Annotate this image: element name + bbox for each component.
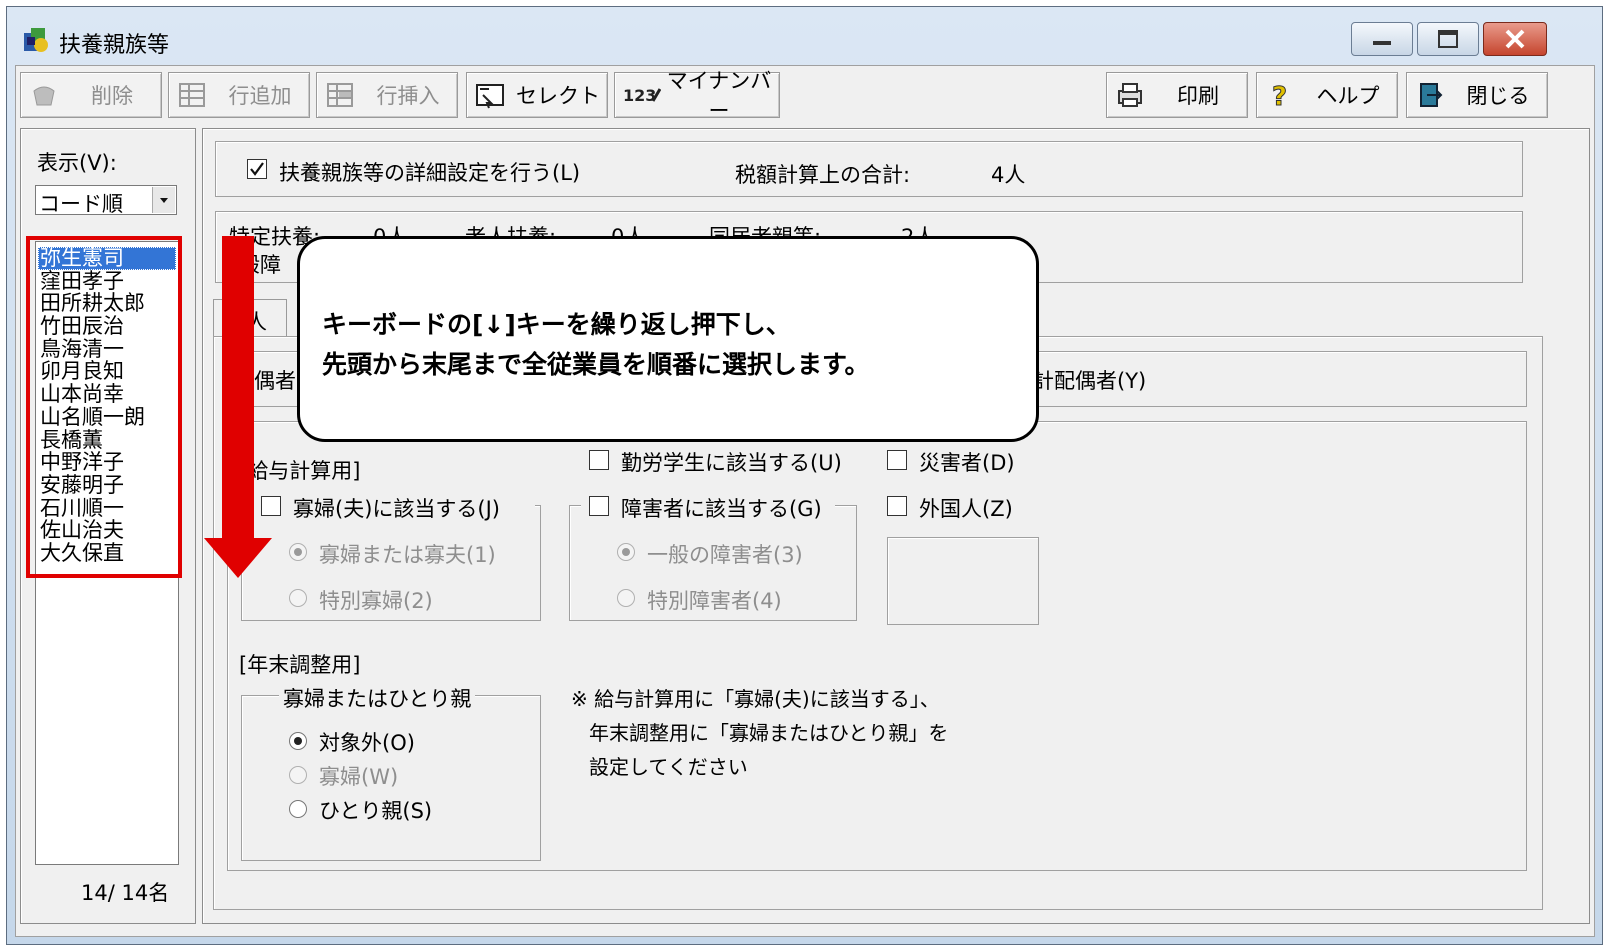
print-label: 印刷	[1177, 84, 1219, 108]
employee-list-highlight	[26, 236, 182, 578]
select-label: セレクト	[516, 84, 600, 108]
svg-text:?: ?	[1272, 82, 1287, 109]
mynumber-label: マイナンバー	[666, 69, 772, 123]
disabled-checkbox[interactable]	[589, 496, 609, 516]
single-radio-2[interactable]	[289, 766, 307, 784]
detail-settings-label: 扶養親族等の詳細設定を行う(L)	[279, 161, 581, 185]
add-row-label: 行追加	[228, 84, 292, 108]
mynumber-button[interactable]: 123 マイナンバー	[614, 69, 780, 123]
tax-total-label: 税額計算上の合計:	[735, 163, 911, 187]
title-bar: 扶養親族等	[7, 7, 1602, 67]
display-label: 表示(V):	[37, 151, 117, 175]
foreigner-checkbox[interactable]	[887, 496, 907, 516]
disabled-radio-2[interactable]	[617, 589, 635, 607]
single-radio-1-label: 対象外(O)	[319, 731, 415, 755]
print-button[interactable]: 印刷	[1106, 72, 1248, 118]
callout-line-1: キーボードの[↓]キーを繰り返し押下し、	[322, 310, 791, 339]
maximize-button[interactable]	[1417, 22, 1479, 56]
widow-checkbox-label: 寡婦(夫)に該当する(J)	[293, 497, 500, 521]
delete-label: 削除	[91, 84, 133, 108]
disabled-radio-1-label: 一般の障害者(3)	[647, 543, 803, 567]
employee-count: 14/ 14名	[81, 881, 170, 905]
disabled-checkbox-label: 障害者に該当する(G)	[621, 497, 822, 521]
foreigner-detail-box	[887, 537, 1039, 625]
minimize-button[interactable]	[1351, 22, 1413, 56]
down-arrow-annotation	[204, 236, 272, 578]
help-label: ヘルプ	[1316, 84, 1380, 108]
app-icon	[24, 28, 48, 52]
svg-text:123: 123	[623, 86, 656, 105]
widow-radio-2[interactable]	[289, 589, 307, 607]
close-window-button[interactable]	[1483, 22, 1547, 56]
disabled-radio-1[interactable]	[617, 543, 635, 561]
detail-settings-checkbox[interactable]	[247, 159, 267, 179]
insert-row-icon	[327, 83, 353, 107]
note-line-3: 設定してください	[589, 755, 748, 779]
order-select-dropdown[interactable]	[152, 187, 175, 213]
help-icon: ?	[1272, 82, 1288, 110]
dropdown-arrow-icon	[160, 198, 168, 203]
note-line-2: 年末調整用に「寡婦またはひとり親」を	[589, 721, 949, 745]
close-icon	[1505, 29, 1525, 49]
single-radio-3[interactable]	[289, 800, 307, 818]
disaster-checkbox-label: 災害者(D)	[919, 451, 1015, 475]
minimize-icon	[1373, 41, 1391, 45]
delete-icon	[33, 86, 55, 106]
select-button[interactable]: セレクト	[466, 72, 608, 118]
select-icon	[476, 84, 504, 109]
foreigner-checkbox-label: 外国人(Z)	[919, 497, 1013, 521]
order-select[interactable]: コード順	[35, 185, 177, 216]
add-row-button[interactable]: 行追加	[168, 72, 310, 118]
print-icon	[1118, 83, 1142, 107]
single-radio-3-label: ひとり親(S)	[319, 799, 433, 823]
single-radio-2-label: 寡婦(W)	[319, 765, 399, 789]
insert-row-button[interactable]: 行挿入	[316, 72, 458, 118]
instruction-callout: キーボードの[↓]キーを繰り返し押下し、 先頭から末尾まで全従業員を順番に選択し…	[297, 236, 1039, 442]
widow-radio-2-label: 特別寡婦(2)	[319, 589, 433, 613]
student-checkbox-label: 勤労学生に該当する(U)	[621, 451, 842, 475]
note-line-1: ※ 給与計算用に「寡婦(夫)に該当する」、	[571, 687, 940, 711]
maximize-icon	[1438, 30, 1458, 48]
widow-radio-1-label: 寡婦または寡夫(1)	[319, 543, 496, 567]
exit-button[interactable]: 閉じる	[1406, 72, 1548, 118]
callout-line-2: 先頭から末尾まで全従業員を順番に選択します。	[322, 350, 870, 379]
single-parent-group-title: 寡婦またはひとり親	[279, 683, 476, 713]
mynumber-icon: 123	[623, 86, 661, 105]
exit-label: 閉じる	[1466, 84, 1530, 108]
year-end-section-label: [年末調整用]	[239, 653, 361, 677]
single-radio-1[interactable]	[289, 732, 307, 750]
disabled-radio-2-label: 特別障害者(4)	[647, 589, 782, 613]
order-select-value: コード順	[39, 192, 123, 216]
window-title: 扶養親族等	[59, 33, 170, 58]
insert-row-label: 行挿入	[376, 84, 440, 108]
widow-radio-1[interactable]	[289, 543, 307, 561]
delete-button[interactable]: 削除	[20, 72, 162, 118]
help-button[interactable]: ? ヘルプ	[1256, 72, 1398, 118]
exit-icon	[1420, 83, 1443, 107]
tax-total-value: 4人	[991, 163, 1026, 187]
gokei-spouse-label[interactable]: 計配偶者(Y)	[1033, 365, 1146, 395]
add-row-icon	[179, 83, 205, 107]
disaster-checkbox[interactable]	[887, 450, 907, 470]
student-checkbox[interactable]	[589, 450, 609, 470]
check-icon	[250, 162, 264, 176]
